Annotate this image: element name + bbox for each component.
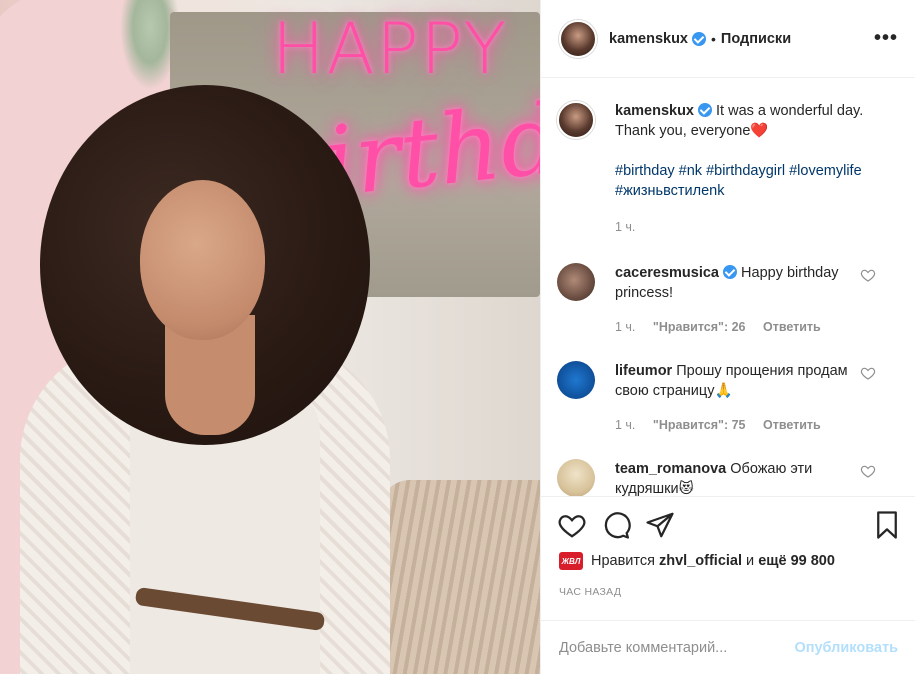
post-actions: ЖВЛ Нравится zhvl_official и ещё 99 800 … [541,498,915,674]
caption-avatar[interactable] [557,101,595,139]
verified-badge-icon [692,31,706,46]
like-comment-heart-icon[interactable] [860,267,876,283]
post-photo[interactable]: HAPPY birthday [0,0,540,674]
reply-button[interactable]: Ответить [763,320,821,334]
verified-badge-icon [698,103,712,117]
likes-middle: и [746,553,755,569]
verified-badge-icon [723,265,737,279]
comment-time[interactable]: 1 ч. [615,320,635,334]
commenter-avatar[interactable] [557,263,595,301]
following-button[interactable]: Подписки [721,31,791,47]
comment-item: caceresmusica Happy birthday princess! 1… [557,263,902,337]
post-header: kamenskux • Подписки ••• [541,0,915,78]
save-bookmark-icon[interactable] [872,510,902,540]
comment-item: lifeumor Прошу прощения продам свою стра… [557,361,902,435]
liker-avatar-zhvl[interactable]: ЖВЛ [559,552,583,570]
owner-avatar[interactable] [559,19,597,58]
caption: kamenskux It was a wonderful day. Thank … [557,101,902,237]
likes-count[interactable]: ещё 99 800 [758,553,835,569]
comment-likes[interactable]: "Нравится": 26 [653,320,746,334]
fringe-chair [380,480,540,674]
caption-username[interactable]: kamenskux [615,103,694,119]
caption-hashtags[interactable]: #birthday #nk #birthdaygirl #lovemylife … [615,161,895,201]
separator-dot: • [711,30,716,47]
commenter-avatar[interactable] [557,459,595,496]
post-side-panel: kamenskux • Подписки ••• kamenskux It wa… [540,0,915,674]
publish-button[interactable]: Опубликовать [794,640,898,656]
like-comment-heart-icon[interactable] [860,365,876,381]
red-heart-emoji: ❤️ [750,123,769,139]
comment-item: team_romanova Обожаю эти кудряшки😻 [557,459,902,496]
comments-list[interactable]: kamenskux It was a wonderful day. Thank … [541,79,915,497]
add-comment-bar: Опубликовать [541,620,915,674]
face [140,180,265,340]
comment-username[interactable]: team_romanova [615,461,726,477]
commenter-avatar[interactable] [557,361,595,399]
liker-username[interactable]: zhvl_official [659,553,742,569]
post-timestamp[interactable]: ЧАС НАЗАД [559,586,621,598]
caption-time[interactable]: 1 ч. [615,220,635,234]
owner-username[interactable]: kamenskux [609,31,688,47]
reply-button[interactable]: Ответить [763,418,821,432]
comment-username[interactable]: caceresmusica [615,265,719,281]
instagram-post: HAPPY birthday kamenskux • Подписки ••• … [0,0,915,674]
share-paper-plane-icon[interactable] [645,510,675,540]
more-options-icon[interactable]: ••• [874,28,898,48]
comment-bubble-icon[interactable] [601,510,631,540]
likes-summary: ЖВЛ Нравится zhvl_official и ещё 99 800 [559,552,835,570]
comment-input[interactable] [559,639,779,656]
likes-prefix: Нравится [591,553,655,569]
like-heart-icon[interactable] [557,510,587,540]
comment-username[interactable]: lifeumor [615,363,672,379]
comment-likes[interactable]: "Нравится": 75 [653,418,746,432]
like-comment-heart-icon[interactable] [860,463,876,479]
neon-sign-happy: HAPPY [272,8,509,90]
comment-time[interactable]: 1 ч. [615,418,635,432]
